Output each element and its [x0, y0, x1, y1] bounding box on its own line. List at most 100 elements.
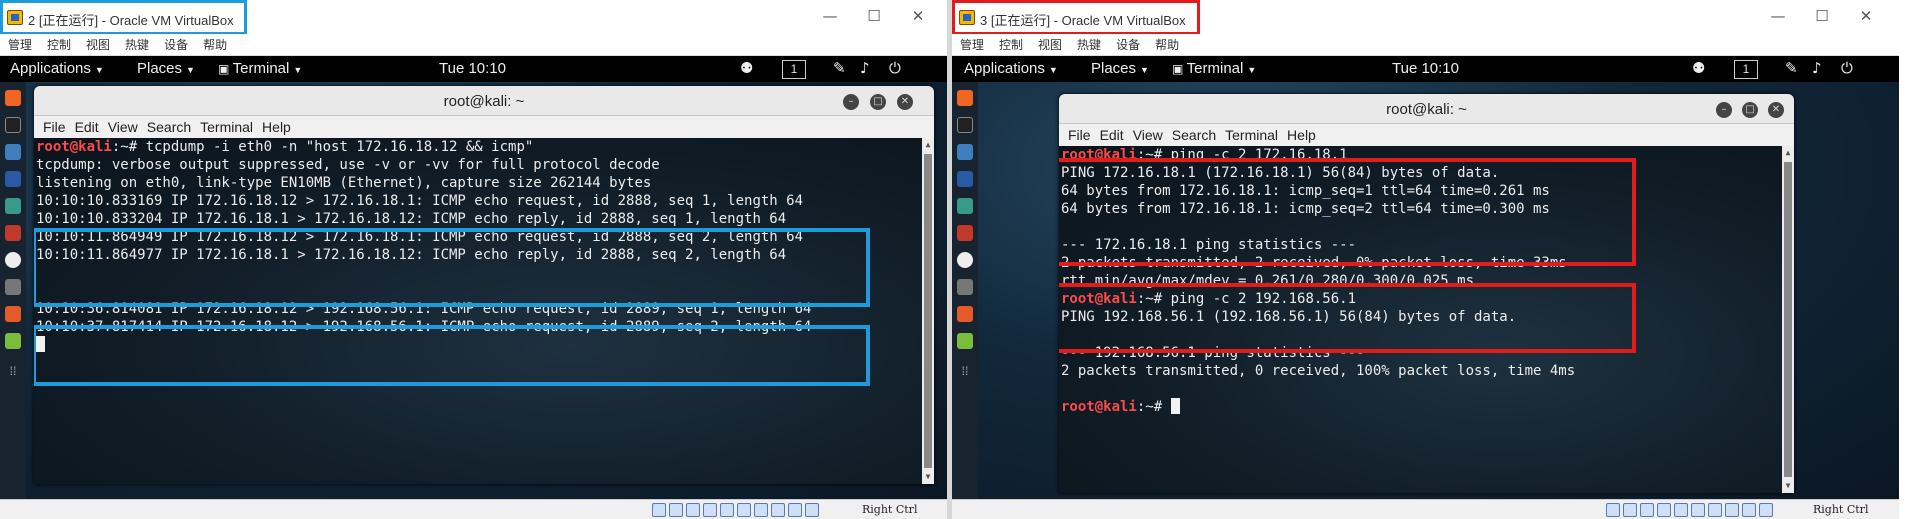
places-menu[interactable]: Places ▼: [137, 60, 195, 77]
terminal-menu-terminal[interactable]: Terminal: [200, 116, 253, 138]
menu-control[interactable]: 控制: [999, 34, 1023, 56]
notes-icon[interactable]: [957, 333, 973, 349]
workspace-indicator[interactable]: 1: [1734, 60, 1758, 79]
armitage-icon[interactable]: [957, 198, 973, 214]
terminal-menu-edit[interactable]: Edit: [1100, 124, 1124, 146]
minimize-button[interactable]: —: [1763, 7, 1793, 25]
terminal-menu-edit[interactable]: Edit: [75, 116, 99, 138]
close-button[interactable]: ✕: [903, 7, 933, 25]
vm2-status-bar: Right Ctrl: [0, 499, 947, 519]
terminal-menu-search[interactable]: Search: [1172, 124, 1216, 146]
vm2-title-highlight: [0, 0, 247, 35]
accessibility-icon[interactable]: ⚉: [740, 59, 753, 77]
burpsuite-icon[interactable]: [957, 225, 973, 241]
maximize-button[interactable]: ☐: [1807, 7, 1837, 25]
armitage-icon[interactable]: [5, 198, 21, 214]
power-icon[interactable]: ⏻: [1841, 59, 1853, 77]
terminal-menu-help[interactable]: Help: [1287, 124, 1316, 146]
terminal-app-menu[interactable]: ▣ Terminal ▼: [1172, 60, 1256, 77]
terminal-menu-file[interactable]: File: [43, 116, 66, 138]
menu-manage[interactable]: 管理: [8, 34, 32, 56]
clock[interactable]: Tue 10:10: [1392, 60, 1459, 77]
firefox-icon[interactable]: [957, 90, 973, 106]
firefox-icon[interactable]: [5, 90, 21, 106]
volume-icon[interactable]: ♪: [860, 59, 870, 77]
text-cursor: [1170, 398, 1180, 414]
maltego-icon[interactable]: [5, 279, 21, 295]
terminal-dock-icon[interactable]: [957, 117, 973, 133]
device-status-icons[interactable]: [652, 503, 822, 517]
pen-icon[interactable]: ✎: [1785, 59, 1798, 77]
menu-view[interactable]: 视图: [86, 34, 110, 56]
terminal-maximize-button[interactable]: □: [1742, 102, 1758, 118]
volume-icon[interactable]: ♪: [1812, 59, 1822, 77]
vm2-guest-display[interactable]: Applications ▼ Places ▼ ▣ Terminal ▼ Tue 10…: [0, 56, 947, 499]
minimize-button[interactable]: —: [815, 7, 845, 25]
terminal-maximize-button[interactable]: □: [870, 94, 886, 110]
terminal-menu-view[interactable]: View: [1133, 124, 1163, 146]
pen-icon[interactable]: ✎: [833, 59, 846, 77]
menu-control[interactable]: 控制: [47, 34, 71, 56]
command-line: root@kali:~#: [1059, 398, 1794, 416]
files-icon[interactable]: [5, 144, 21, 160]
terminal-menu-view[interactable]: View: [108, 116, 138, 138]
metasploit-icon[interactable]: [957, 171, 973, 187]
terminal-scrollbar[interactable]: ▲ ▼: [922, 138, 934, 484]
terminal-close-button[interactable]: ✕: [1768, 102, 1784, 118]
device-status-icons[interactable]: [1606, 503, 1776, 517]
terminal-header: root@kali: ~ – □ ✕: [34, 86, 934, 116]
menu-hotkey[interactable]: 热键: [125, 34, 149, 56]
menu-devices[interactable]: 设备: [164, 34, 188, 56]
menu-help[interactable]: 帮助: [203, 34, 227, 56]
menu-devices[interactable]: 设备: [1116, 34, 1140, 56]
terminal-close-button[interactable]: ✕: [897, 94, 913, 110]
show-apps-icon[interactable]: ⁞⁞: [5, 364, 21, 380]
power-icon[interactable]: ⏻: [889, 59, 901, 77]
faraday-icon[interactable]: [5, 252, 21, 268]
maltego-icon[interactable]: [957, 279, 973, 295]
notes-icon[interactable]: [5, 333, 21, 349]
maximize-button[interactable]: ☐: [859, 7, 889, 25]
places-menu[interactable]: Places ▼: [1091, 60, 1149, 77]
terminal-menu-help[interactable]: Help: [262, 116, 291, 138]
menu-manage[interactable]: 管理: [960, 34, 984, 56]
metasploit-icon[interactable]: [5, 171, 21, 187]
menu-help[interactable]: 帮助: [1155, 34, 1179, 56]
menu-hotkey[interactable]: 热键: [1077, 34, 1101, 56]
output-line: listening on eth0, link-type EN10MB (Eth…: [36, 175, 652, 191]
terminal-minimize-button[interactable]: –: [1716, 102, 1732, 118]
window-gap: [947, 0, 952, 519]
accessibility-icon[interactable]: ⚉: [1692, 59, 1705, 77]
cherrytree-icon[interactable]: [957, 306, 973, 322]
burpsuite-icon[interactable]: [5, 225, 21, 241]
gnome-top-bar: Applications ▼ Places ▼ ▣ Terminal ▼ Tue 10…: [952, 56, 1899, 82]
highlight-box-unanswered-requests: [34, 325, 870, 386]
terminal-output[interactable]: root@kali:~# tcpdump -i eth0 -n "host 17…: [34, 138, 934, 484]
virtualbox-window-vm3: 3 [正在运行] - Oracle VM VirtualBox — ☐ ✕ 管理…: [952, 0, 1899, 519]
vm3-terminal-window: root@kali: ~ – □ ✕ File Edit View Search Ter…: [1059, 94, 1794, 493]
terminal-menu-terminal[interactable]: Terminal: [1225, 124, 1278, 146]
terminal-title: root@kali: ~: [1386, 101, 1467, 118]
host-key-label: Right Ctrl: [862, 503, 918, 516]
vm3-guest-display[interactable]: Applications ▼ Places ▼ ▣ Terminal ▼ Tue 10…: [952, 56, 1899, 499]
files-icon[interactable]: [957, 144, 973, 160]
terminal-menu-search[interactable]: Search: [147, 116, 191, 138]
menu-view[interactable]: 视图: [1038, 34, 1062, 56]
terminal-icon: ▣: [1172, 62, 1187, 76]
faraday-icon[interactable]: [957, 252, 973, 268]
show-apps-icon[interactable]: ⁞⁞: [957, 364, 973, 380]
terminal-dock-icon[interactable]: [5, 117, 21, 133]
clock[interactable]: Tue 10:10: [439, 60, 506, 77]
applications-menu[interactable]: Applications ▼: [964, 60, 1058, 77]
terminal-minimize-button[interactable]: –: [843, 94, 859, 110]
workspace-indicator[interactable]: 1: [782, 60, 806, 79]
terminal-menubar: File Edit View Search Terminal Help: [34, 116, 934, 138]
close-button[interactable]: ✕: [1851, 7, 1881, 25]
terminal-scrollbar[interactable]: ▲ ▼: [1782, 146, 1794, 493]
cherrytree-icon[interactable]: [5, 306, 21, 322]
terminal-menu-file[interactable]: File: [1068, 124, 1091, 146]
terminal-menubar: File Edit View Search Terminal Help: [1059, 124, 1794, 146]
terminal-app-menu[interactable]: ▣ Terminal ▼: [218, 60, 302, 77]
applications-menu[interactable]: Applications ▼: [10, 60, 104, 77]
